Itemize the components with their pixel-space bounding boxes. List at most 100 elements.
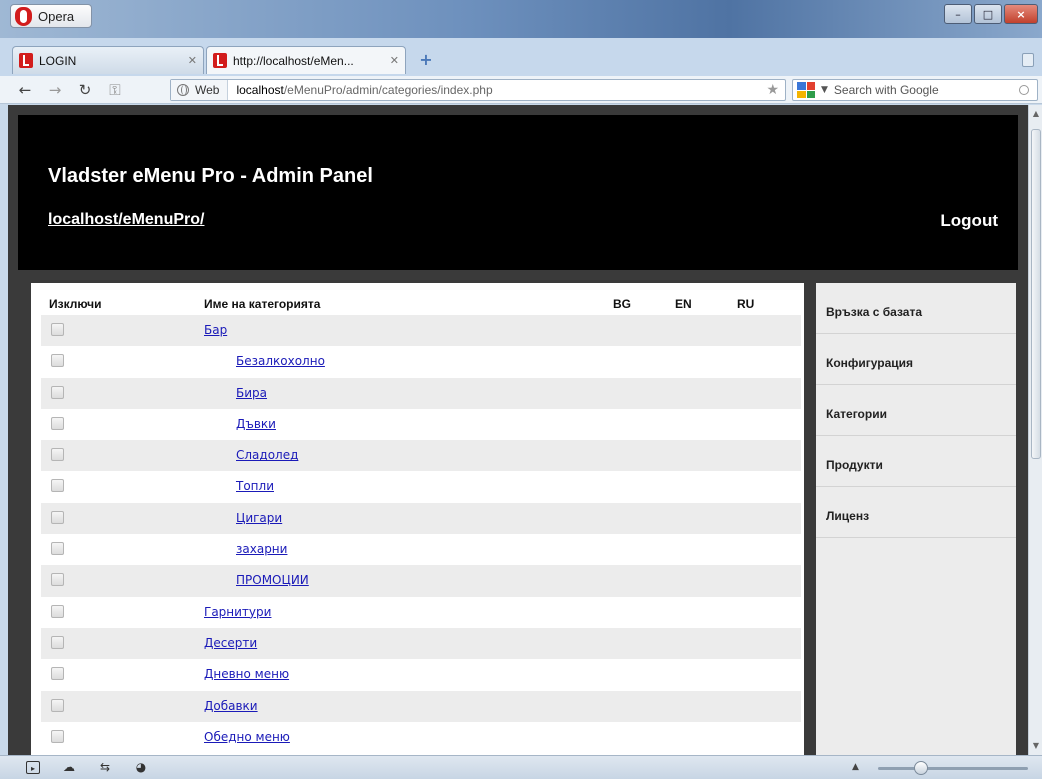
url-path: /eMenuPro/admin/categories/index.php (283, 83, 493, 97)
exclude-checkbox[interactable] (51, 448, 64, 462)
globe-icon (177, 84, 189, 96)
back-icon[interactable]: ← (14, 80, 36, 100)
table-header: Изключи Име на категорията BG EN RU (41, 293, 801, 315)
maximize-button[interactable]: □ (974, 4, 1002, 24)
exclude-checkbox[interactable] (51, 479, 64, 493)
panel-icon[interactable]: ▸ (26, 761, 40, 774)
bookmark-star-icon[interactable]: ★ (766, 82, 785, 98)
page-title: Vladster eMenu Pro - Admin Panel (48, 165, 373, 187)
category-link[interactable]: Обедно меню (204, 730, 290, 744)
category-link[interactable]: Гарнитури (204, 605, 271, 619)
close-window-button[interactable]: × (1004, 4, 1038, 24)
site-info-label: Web (195, 83, 220, 97)
minimize-button[interactable]: – (944, 4, 972, 24)
search-engine-dropdown-icon[interactable]: ▼ (821, 85, 828, 95)
site-home-link[interactable]: localhost/eMenuPro/ (48, 211, 204, 229)
opera-favicon-icon (19, 53, 33, 68)
column-header: Име на категорията (204, 297, 321, 311)
exclude-checkbox[interactable] (51, 385, 64, 399)
forward-icon[interactable]: → (44, 80, 66, 100)
search-field[interactable]: ▼ Search with Google (792, 79, 1038, 101)
url-text[interactable]: localhost/eMenuPro/admin/categories/inde… (228, 83, 766, 97)
speed-dial-icon[interactable]: ◕ (134, 761, 148, 774)
tab-close-icon[interactable]: ✕ (188, 54, 197, 67)
exclude-checkbox[interactable] (51, 698, 64, 712)
sidebar-item-products[interactable]: Продукти (816, 436, 1016, 487)
category-link[interactable]: Цигари (236, 511, 282, 525)
tab-title: http://localhost/eMen... (233, 53, 354, 68)
exclude-checkbox[interactable] (51, 323, 64, 336)
category-link[interactable]: Безалкохолно (236, 354, 325, 368)
sidebar-item-db-connection[interactable]: Връзка с базата (816, 283, 1016, 334)
category-link[interactable]: захарни (236, 542, 287, 556)
sidebar-item-license[interactable]: Лиценз (816, 487, 1016, 538)
tab-strip: LOGIN ✕ http://localhost/eMen... ✕ + (0, 38, 1042, 76)
column-header: EN (675, 297, 692, 311)
share-icon[interactable]: ⇆ (98, 761, 112, 774)
table-body: Бар Безалкохолно Бира Дъвки Сладолед Топ… (41, 315, 801, 753)
exclude-checkbox[interactable] (51, 604, 64, 618)
table-row: Обедно меню (41, 722, 801, 753)
exclude-checkbox[interactable] (51, 542, 64, 556)
zoom-slider-knob[interactable] (914, 761, 928, 775)
exclude-checkbox[interactable] (51, 510, 64, 524)
reload-icon[interactable]: ↻ (74, 80, 96, 100)
category-link[interactable]: Бира (236, 386, 267, 400)
zoom-slider[interactable] (878, 767, 1028, 770)
table-row: Топли (41, 471, 801, 502)
table-row: Дневно меню (41, 659, 801, 690)
trash-icon[interactable] (1022, 53, 1034, 67)
table-row: Бира (41, 377, 801, 409)
tab-title: LOGIN (39, 53, 77, 68)
table-row: Бар (41, 315, 801, 347)
exclude-checkbox[interactable] (51, 416, 64, 430)
table-row: Цигари (41, 502, 801, 535)
table-row: Сладолед (41, 440, 801, 472)
category-link[interactable]: ПРОМОЦИИ (236, 573, 309, 587)
table-row: ПРОМОЦИИ (41, 565, 801, 597)
navigation-toolbar: ← → ↻ ⚿ Web localhost/eMenuPro/admin/cat… (0, 76, 1042, 104)
table-row: захарни (41, 534, 801, 565)
opera-menu-button[interactable]: Opera (10, 4, 92, 28)
category-link[interactable]: Дъвки (236, 417, 276, 431)
scroll-down-icon[interactable]: ▼ (1031, 741, 1041, 750)
scrollbar-thumb[interactable] (1031, 129, 1041, 459)
table-row: Гарнитури (41, 597, 801, 628)
exclude-checkbox[interactable] (51, 354, 64, 368)
site-info-badge[interactable]: Web (171, 80, 229, 100)
opera-menu-label: Opera (38, 8, 75, 24)
page-viewport: Vladster eMenu Pro - Admin Panel localho… (8, 105, 1028, 755)
tab-categories[interactable]: http://localhost/eMen... ✕ (206, 46, 406, 74)
new-tab-icon[interactable]: + (418, 52, 434, 69)
opera-favicon-icon (213, 53, 227, 68)
table-row: Десерти (41, 627, 801, 660)
key-icon[interactable]: ⚿ (104, 80, 126, 100)
exclude-checkbox[interactable] (51, 667, 64, 681)
tab-close-icon[interactable]: ✕ (390, 54, 399, 67)
column-header: BG (613, 297, 631, 311)
sidebar-item-categories[interactable]: Категории (816, 385, 1016, 436)
categories-panel: Изключи Име на категорията BG EN RU Бар … (31, 283, 804, 755)
tab-login[interactable]: LOGIN ✕ (12, 46, 204, 74)
category-link[interactable]: Топли (236, 479, 274, 493)
search-placeholder: Search with Google (833, 83, 939, 97)
logout-link[interactable]: Logout (940, 211, 998, 231)
search-icon[interactable] (1019, 85, 1029, 95)
exclude-checkbox[interactable] (51, 729, 64, 743)
exclude-checkbox[interactable] (51, 635, 64, 649)
page-scrollbar[interactable]: ▲ ▼ (1028, 105, 1042, 755)
category-link[interactable]: Дневно меню (204, 667, 289, 681)
exclude-checkbox[interactable] (51, 573, 64, 587)
category-link[interactable]: Десерти (204, 636, 257, 650)
column-header: Изключи (49, 297, 102, 311)
google-icon (797, 82, 815, 98)
category-link[interactable]: Добавки (204, 699, 258, 713)
category-link[interactable]: Бар (204, 323, 227, 337)
zoom-up-icon[interactable]: ▲ (852, 762, 859, 772)
table-row: Безалкохолно (41, 346, 801, 377)
sidebar-item-configuration[interactable]: Конфигурация (816, 334, 1016, 385)
cloud-icon[interactable]: ☁ (62, 761, 76, 774)
scroll-up-icon[interactable]: ▲ (1031, 109, 1041, 118)
url-field[interactable]: Web localhost/eMenuPro/admin/categories/… (170, 79, 786, 101)
category-link[interactable]: Сладолед (236, 448, 298, 462)
